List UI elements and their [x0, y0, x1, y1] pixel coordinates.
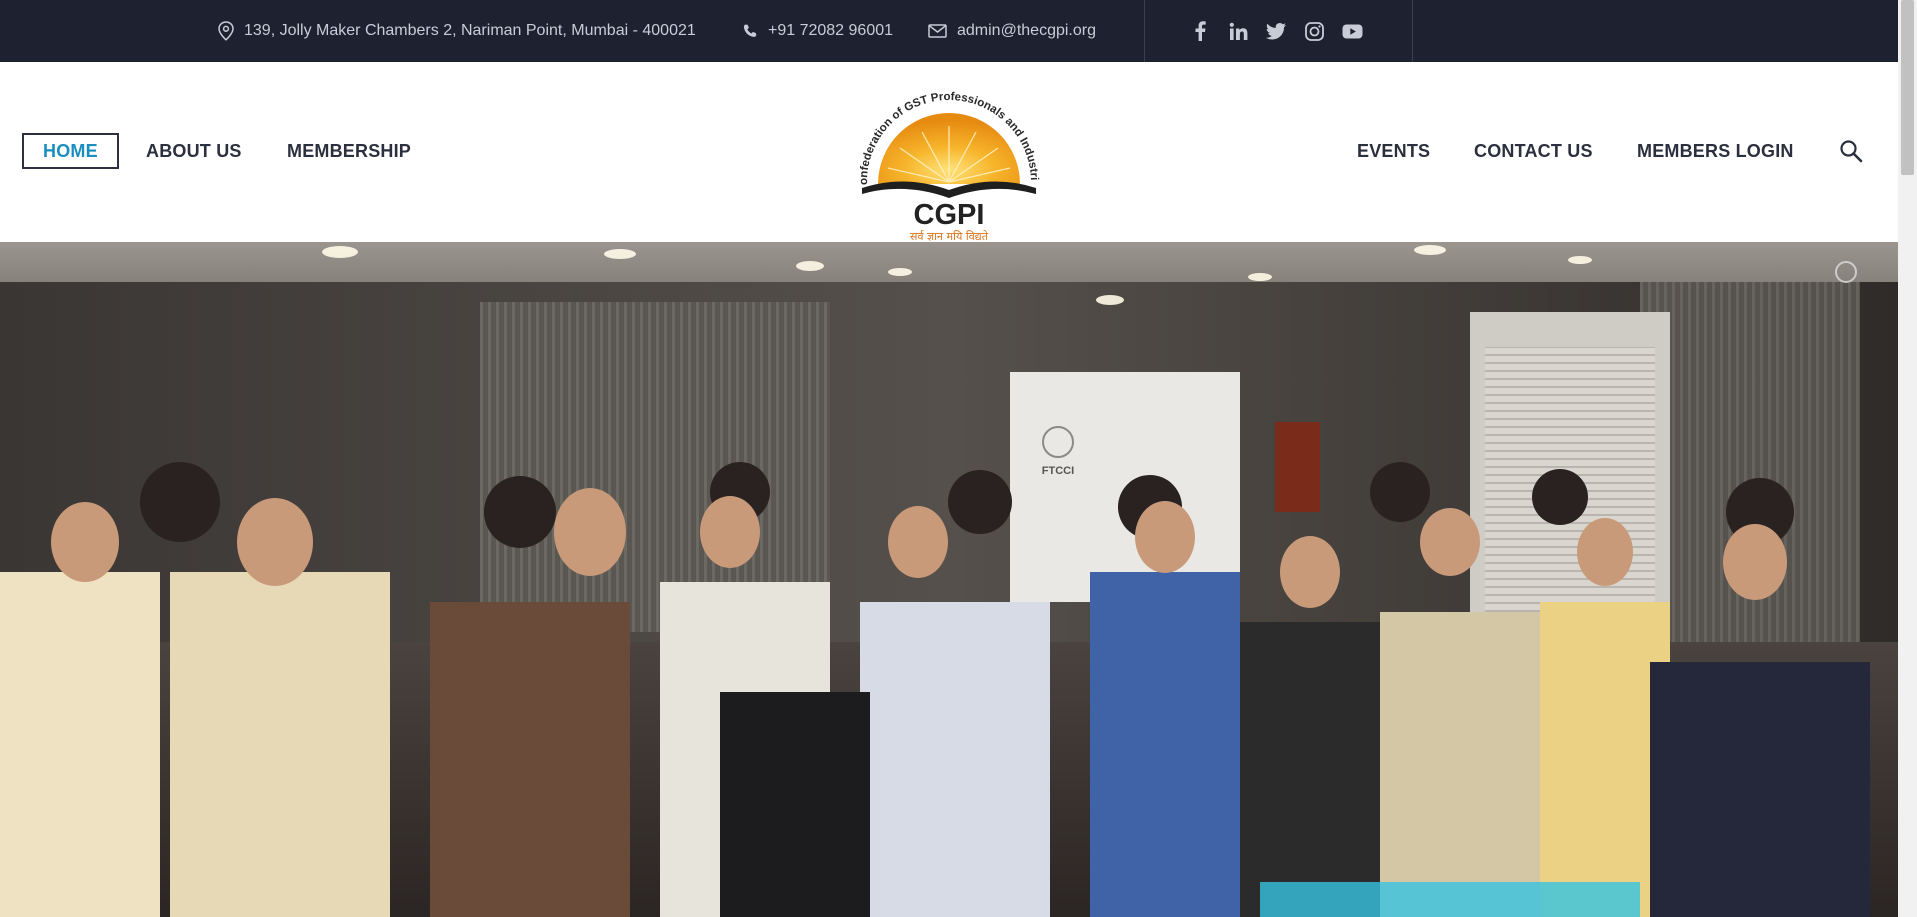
nav-about-us[interactable]: ABOUT US [146, 134, 242, 168]
logo-name: CGPI [914, 199, 985, 231]
cgpi-logo[interactable]: Confederation of GST Professionals and I… [836, 53, 1058, 244]
phone-item[interactable]: +91 72082 96001 [742, 0, 893, 62]
address-item: 139, Jolly Maker Chambers 2, Nariman Poi… [218, 0, 696, 62]
location-pin-icon [218, 21, 234, 41]
top-contact-bar: 139, Jolly Maker Chambers 2, Nariman Poi… [0, 0, 1898, 62]
nav-members-login[interactable]: MEMBERS LOGIN [1637, 134, 1794, 168]
search-icon[interactable] [1839, 139, 1863, 168]
phone-text[interactable]: +91 72082 96001 [768, 22, 893, 40]
scrollbar-thumb[interactable] [1901, 0, 1914, 175]
youtube-icon[interactable] [1333, 24, 1371, 39]
topbar-divider-right [1412, 0, 1413, 62]
linkedin-icon[interactable] [1219, 22, 1257, 41]
hero-banner: FTCCI [0, 242, 1898, 917]
twitter-icon[interactable] [1257, 22, 1295, 40]
email-text[interactable]: admin@thecgpi.org [957, 22, 1096, 40]
address-text: 139, Jolly Maker Chambers 2, Nariman Poi… [244, 22, 696, 39]
hero-wall-sign: FTCCI [1042, 465, 1074, 477]
topbar-divider-left [1144, 0, 1145, 62]
facebook-icon[interactable] [1181, 21, 1219, 41]
instagram-icon[interactable] [1295, 21, 1333, 41]
seminar-audience-photo: FTCCI [0, 242, 1898, 917]
mail-icon [928, 24, 947, 38]
nav-events[interactable]: EVENTS [1357, 134, 1430, 168]
nav-membership[interactable]: MEMBERSHIP [287, 134, 411, 168]
nav-home[interactable]: HOME [22, 133, 119, 169]
social-links [1181, 0, 1371, 62]
email-item[interactable]: admin@thecgpi.org [928, 0, 1096, 62]
phone-icon [743, 24, 757, 37]
cgpi-logo-graphic: Confederation of GST Professionals and I… [836, 53, 1040, 243]
nav-contact-us[interactable]: CONTACT US [1474, 134, 1593, 168]
